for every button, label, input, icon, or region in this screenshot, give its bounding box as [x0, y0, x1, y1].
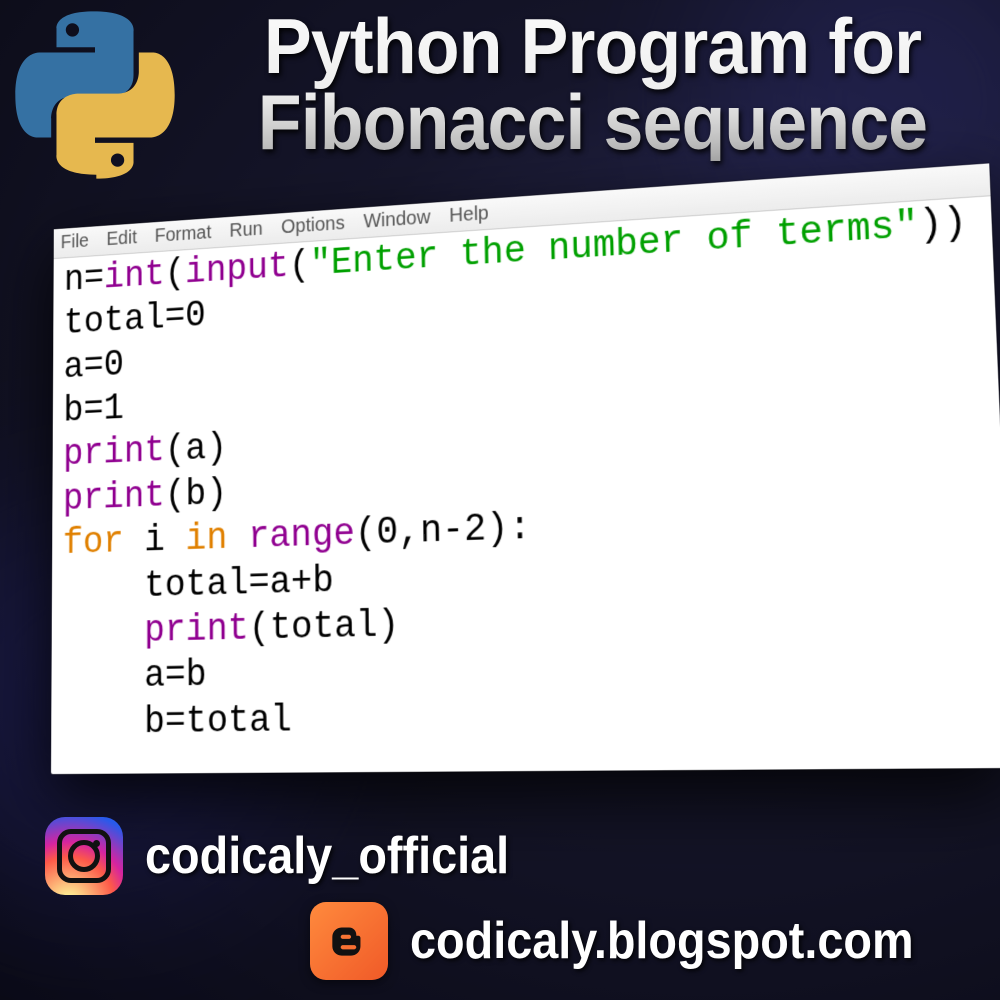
blogger-row: codicaly.blogspot.com: [310, 902, 970, 980]
code-token: a=b: [62, 654, 207, 699]
code-token: total=0: [64, 296, 206, 345]
code-token: in: [186, 518, 228, 561]
title-line-2: Fibonacci sequence: [258, 78, 927, 166]
menu-options[interactable]: Options: [281, 213, 345, 239]
title-line-1: Python Program for: [264, 2, 921, 90]
code-token: print: [63, 431, 165, 477]
code-token: int: [104, 254, 165, 298]
page-title: Python Program for Fibonacci sequence: [227, 8, 958, 161]
footer: codicaly_official codicaly.blogspot.com: [0, 800, 1000, 1000]
code-token: (0,n-2):: [355, 507, 532, 556]
menu-format[interactable]: Format: [155, 222, 212, 248]
menu-help[interactable]: Help: [449, 203, 489, 228]
code-token: (total): [249, 604, 400, 650]
code-token: (a): [165, 428, 227, 472]
editor-wrapper: File Edit Format Run Options Window Help…: [15, 195, 985, 795]
code-token: )): [918, 201, 968, 248]
code-token: print: [144, 608, 249, 653]
menu-window[interactable]: Window: [363, 207, 430, 234]
code-token: (: [165, 253, 185, 295]
instagram-row: codicaly_official: [45, 817, 550, 895]
code-token: [227, 517, 248, 560]
code-token: b=total: [62, 699, 292, 744]
blogger-icon: [310, 902, 388, 980]
code-token: n=: [64, 258, 104, 301]
blog-url: codicaly.blogspot.com: [410, 911, 914, 971]
code-token: for: [63, 521, 124, 564]
code-token: [62, 610, 144, 654]
code-token: print: [63, 475, 165, 520]
code-token: a=0: [64, 344, 125, 388]
menu-run[interactable]: Run: [229, 218, 262, 242]
code-token: range: [248, 513, 355, 559]
code-token: input: [185, 246, 289, 294]
instagram-icon: [45, 817, 123, 895]
python-logo-icon: [10, 10, 180, 180]
menu-edit[interactable]: Edit: [106, 227, 136, 251]
code-token: i: [124, 519, 186, 563]
code-token: (b): [165, 473, 227, 517]
idle-editor-window: File Edit Format Run Options Window Help…: [51, 163, 1000, 774]
code-area: n=int(input("Enter the number of terms")…: [51, 196, 1000, 774]
code-token: (: [289, 245, 310, 288]
code-token: total=a+b: [62, 560, 333, 610]
code-token: b=1: [63, 388, 124, 432]
menu-file[interactable]: File: [61, 231, 89, 254]
instagram-handle: codicaly_official: [145, 826, 509, 886]
